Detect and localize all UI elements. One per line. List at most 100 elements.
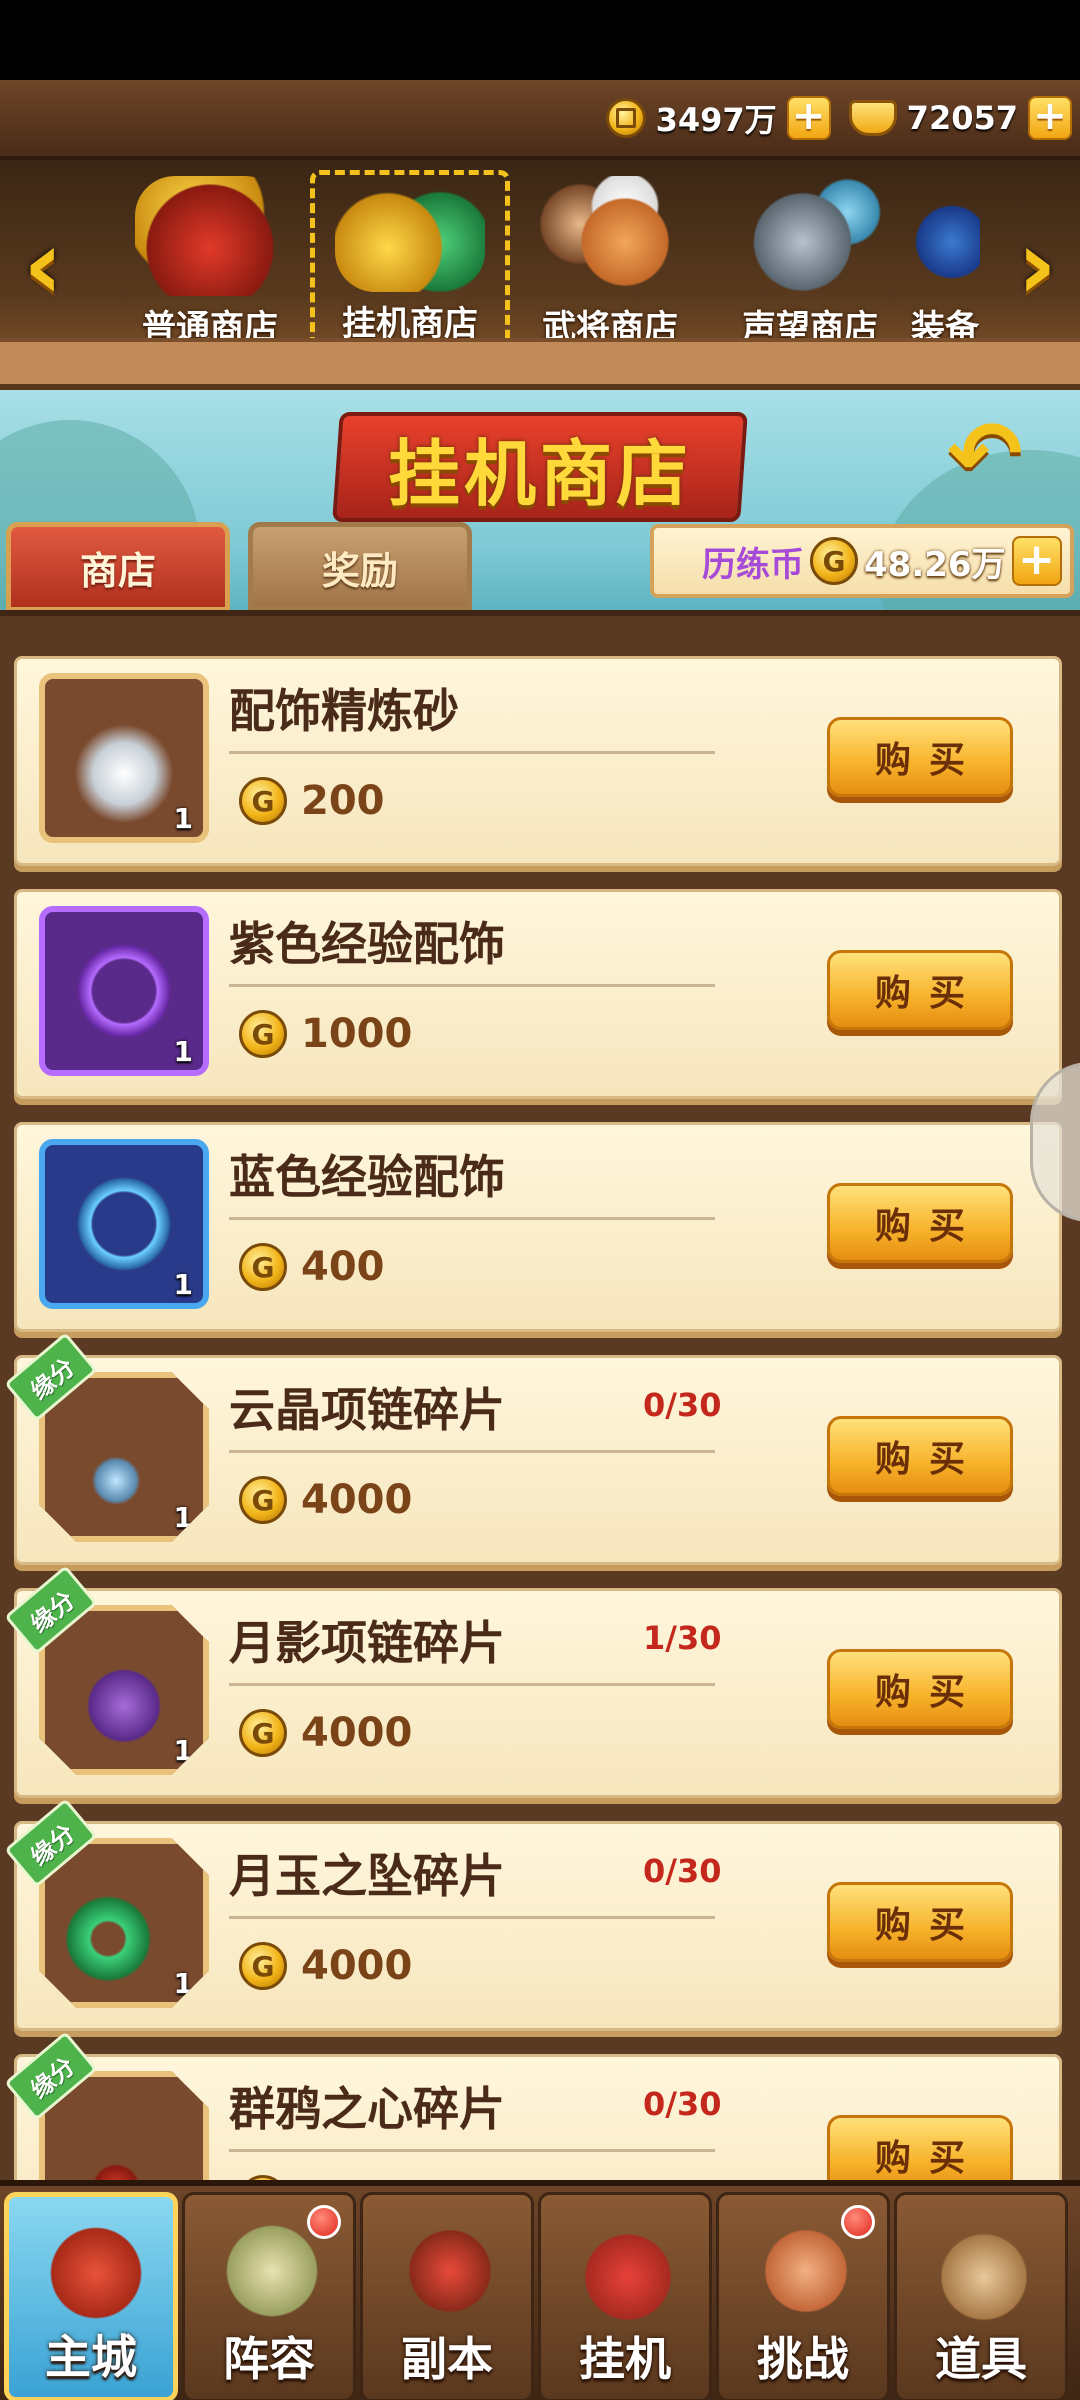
item-qty: 1 bbox=[173, 1501, 193, 1534]
blue-bracelet-icon: 1 bbox=[39, 1139, 209, 1309]
app-root: { "header": { "coins": "3497万", "ingots"… bbox=[0, 0, 1080, 2400]
divider bbox=[229, 751, 715, 754]
item-qty: 1 bbox=[173, 802, 193, 835]
shop-banner: 挂机商店 ↶ 商店 奖励 历练币 G 48.26万 + bbox=[0, 390, 1080, 610]
item-qty: 1 bbox=[173, 1035, 193, 1068]
fragment-progress: 0/30 bbox=[643, 1852, 722, 1890]
divider bbox=[229, 1450, 715, 1453]
price-value: 200 bbox=[301, 778, 385, 824]
training-coin-icon: G bbox=[239, 1709, 287, 1757]
divider bbox=[229, 2149, 715, 2152]
nav-idle[interactable]: 挂机 bbox=[538, 2192, 712, 2400]
blue-robe-icon bbox=[910, 176, 980, 296]
list-item: 缘分 1 月玉之坠碎片 0/30 G 4000 购买 bbox=[4, 1798, 1062, 2031]
item-name: 月影项链碎片 bbox=[229, 1616, 505, 1670]
tab-normal-shop[interactable]: 普通商店 bbox=[110, 170, 310, 350]
training-coin-icon: G bbox=[810, 537, 858, 585]
item-name: 群鸦之心碎片 bbox=[229, 2082, 505, 2136]
notification-dot bbox=[307, 2205, 341, 2239]
tab-idle-shop[interactable]: 挂机商店 bbox=[310, 170, 510, 350]
tab-general-shop[interactable]: 武将商店 bbox=[510, 170, 710, 350]
ingot-amount: 72057 bbox=[906, 99, 1018, 137]
divider bbox=[229, 1217, 715, 1220]
list-item: 缘分 1 群鸦之心碎片 0/30 G 4000 购买 bbox=[4, 2031, 1062, 2180]
buy-button[interactable]: 购买 bbox=[827, 717, 1013, 797]
buy-button[interactable]: 购买 bbox=[827, 1882, 1013, 1962]
training-coin-value: 48.26万 bbox=[864, 544, 1006, 585]
price-value: 4000 bbox=[301, 1943, 413, 1989]
item-name: 紫色经验配饰 bbox=[229, 917, 505, 971]
fragment-progress: 1/30 bbox=[643, 1619, 722, 1657]
idle-bag-icon bbox=[563, 2211, 693, 2331]
title-plaque: 挂机商店 bbox=[332, 412, 748, 522]
tab-fame-shop[interactable]: 声望商店 bbox=[710, 170, 910, 350]
nav-dungeon[interactable]: 副本 bbox=[360, 2192, 534, 2400]
list-item: 1 蓝色经验配饰 G 400 购买 bbox=[14, 1122, 1062, 1332]
notification-dot bbox=[841, 2205, 875, 2239]
item-price: G 4000 bbox=[239, 1942, 412, 1990]
training-coin-icon: G bbox=[239, 1476, 287, 1524]
fragment-progress: 0/30 bbox=[643, 1386, 722, 1424]
training-coin-icon: G bbox=[239, 777, 287, 825]
item-price: G 4000 bbox=[239, 1476, 412, 1524]
item-name: 月玉之坠碎片 bbox=[229, 1849, 505, 1903]
item-qty: 1 bbox=[173, 1734, 193, 1767]
add-ingots-button[interactable]: + bbox=[1028, 96, 1072, 140]
tab-equipment-shop[interactable]: 装备 bbox=[910, 170, 980, 350]
page-title: 挂机商店 bbox=[387, 431, 692, 516]
add-training-coin-button[interactable]: + bbox=[1011, 536, 1062, 586]
nav-label: 主城 bbox=[45, 2330, 137, 2384]
item-qty: 1 bbox=[173, 1268, 193, 1301]
nav-label: 道具 bbox=[935, 2332, 1027, 2386]
item-price: G 1000 bbox=[239, 1010, 412, 1058]
nav-lineup[interactable]: 阵容 bbox=[182, 2192, 356, 2400]
tab-shop[interactable]: 商店 bbox=[6, 522, 230, 610]
main-city-icon bbox=[31, 2213, 161, 2333]
shop-item-list[interactable]: 1 配饰精炼砂 G 200 购买 1 紫色经验配饰 G 1000 购买 1 蓝色… bbox=[0, 610, 1080, 2180]
divider bbox=[229, 984, 715, 987]
training-coin-label: 历练币 bbox=[702, 544, 804, 585]
nav-ground-strip bbox=[0, 338, 1080, 390]
coin-balance: 3497万 + bbox=[605, 95, 831, 141]
chevron-left-icon[interactable]: ‹ bbox=[8, 210, 78, 320]
price-value: 400 bbox=[301, 1244, 385, 1290]
nav-label: 阵容 bbox=[223, 2332, 315, 2386]
general-chef-icon bbox=[535, 176, 685, 296]
nav-main-city[interactable]: 主城 bbox=[4, 2192, 178, 2400]
tab-reward[interactable]: 奖励 bbox=[248, 522, 472, 610]
refining-sand-icon: 1 bbox=[39, 673, 209, 843]
items-scroll-icon bbox=[919, 2211, 1049, 2331]
price-value: 1000 bbox=[301, 1011, 413, 1057]
purple-bracelet-icon: 1 bbox=[39, 906, 209, 1076]
back-arrow-icon[interactable]: ↶ bbox=[930, 410, 1040, 500]
list-item: 缘分 1 云晶项链碎片 0/30 G 4000 购买 bbox=[4, 1332, 1062, 1565]
ingot-balance: 72057 + bbox=[848, 96, 1072, 140]
dungeon-icon bbox=[385, 2211, 515, 2331]
nav-label: 副本 bbox=[401, 2332, 493, 2386]
buy-button[interactable]: 购买 bbox=[827, 2115, 1013, 2180]
item-name: 蓝色经验配饰 bbox=[229, 1150, 505, 1204]
status-bar bbox=[0, 0, 1080, 80]
item-name: 配饰精炼砂 bbox=[229, 684, 459, 738]
training-coin-icon: G bbox=[239, 1010, 287, 1058]
buy-button[interactable]: 购买 bbox=[827, 1416, 1013, 1496]
list-item: 1 配饰精炼砂 G 200 购买 bbox=[14, 656, 1062, 866]
nav-items[interactable]: 道具 bbox=[894, 2192, 1068, 2400]
training-coin-icon: G bbox=[239, 1243, 287, 1291]
chevron-right-icon[interactable]: › bbox=[1002, 210, 1072, 320]
gold-ingot-icon bbox=[848, 100, 897, 136]
currency-bar: 3497万 + 72057 + bbox=[0, 80, 1080, 160]
add-coins-button[interactable]: + bbox=[786, 96, 831, 140]
buy-button[interactable]: 购买 bbox=[827, 950, 1013, 1030]
price-value: 4000 bbox=[301, 1477, 413, 1523]
buy-button[interactable]: 购买 bbox=[827, 1649, 1013, 1729]
training-coin-icon: G bbox=[239, 1942, 287, 1990]
nav-label: 挑战 bbox=[757, 2332, 849, 2386]
list-item: 1 紫色经验配饰 G 1000 购买 bbox=[14, 889, 1062, 1099]
item-price: G 4000 bbox=[239, 1709, 412, 1757]
buy-button[interactable]: 购买 bbox=[827, 1183, 1013, 1263]
nav-label: 挂机 bbox=[579, 2332, 671, 2386]
nav-challenge[interactable]: 挑战 bbox=[716, 2192, 890, 2400]
item-qty: 1 bbox=[173, 1967, 193, 2000]
item-price: G 200 bbox=[239, 777, 385, 825]
